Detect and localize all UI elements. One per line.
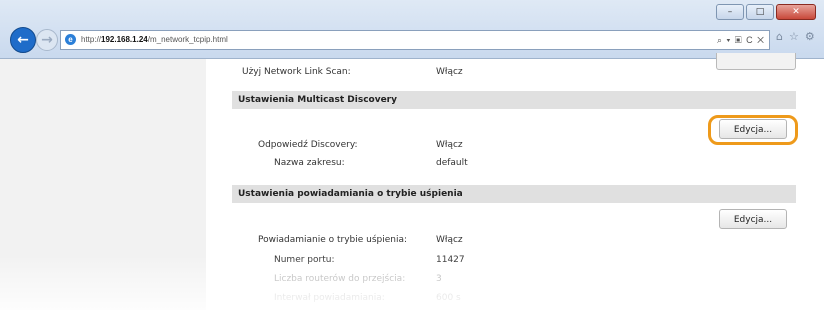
browser-titlebar: – □ ✕ ← → e http://192.168.1.24/m_networ… [0, 0, 824, 59]
address-bar[interactable]: e http://192.168.1.24/m_network_tcpip.ht… [60, 30, 770, 50]
url-text: http://192.168.1.24/m_network_tcpip.html [81, 35, 228, 44]
multicast-edit-button[interactable]: Edycja... [719, 119, 787, 139]
close-button[interactable]: ✕ [776, 4, 816, 20]
multicast-discovery-header: Ustawienia Multicast Discovery [232, 91, 796, 109]
main-content: Użyj Network Link Scan: Włącz Ustawienia… [230, 53, 798, 310]
setting-value: Włącz [436, 140, 463, 150]
home-icon[interactable]: ⌂ [776, 30, 783, 43]
browser-toolbar-icons: ⌂ ☆ ⚙ [776, 30, 815, 43]
setting-label: Interwał powiadamiania: [274, 293, 385, 303]
address-tools[interactable]: ⌕ ▾ ▣ C ✕ [717, 31, 765, 49]
sleep-edit-button[interactable]: Edycja... [719, 209, 787, 229]
setting-label: Odpowiedź Discovery: [258, 140, 358, 150]
sleep-notification-header: Ustawienia powiadamiania o trybie uśpien… [232, 185, 796, 203]
gear-icon[interactable]: ⚙ [805, 30, 815, 43]
setting-value: 600 s [436, 293, 461, 303]
maximize-button[interactable]: □ [746, 4, 774, 20]
window-controls: – □ ✕ [716, 4, 816, 20]
left-sidebar [0, 59, 206, 310]
setting-label: Numer portu: [274, 255, 335, 265]
setting-value: 11427 [436, 255, 465, 265]
ie-logo-icon: e [65, 34, 76, 45]
forward-arrow-icon[interactable]: → [36, 29, 58, 51]
star-icon[interactable]: ☆ [789, 30, 799, 43]
minimize-button[interactable]: – [716, 4, 744, 20]
setting-label: Nazwa zakresu: [274, 158, 345, 168]
setting-value: Włącz [436, 67, 463, 77]
back-arrow-icon[interactable]: ← [10, 27, 36, 53]
previous-edit-button[interactable] [716, 53, 796, 70]
setting-value: default [436, 158, 468, 168]
setting-label: Użyj Network Link Scan: [242, 67, 351, 77]
setting-value: Włącz [436, 235, 463, 245]
setting-label: Powiadamianie o trybie uśpienia: [258, 235, 408, 245]
setting-value: 3 [436, 274, 442, 284]
setting-label: Liczba routerów do przejścia: [274, 274, 406, 284]
